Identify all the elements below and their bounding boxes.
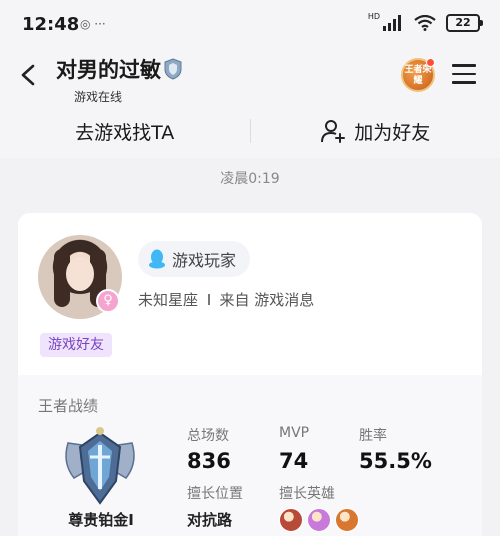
hero-avatar-1[interactable] (279, 508, 303, 532)
add-friend-label: 加为好友 (354, 121, 431, 144)
position-label: 擅长位置 (187, 486, 243, 502)
total-games-label: 总场数 (187, 428, 229, 444)
game-friend-badge: 游戏好友 (40, 333, 112, 357)
status-bar: 12:48 ◎ ··· HD 22 (0, 0, 500, 48)
rank-name: 尊贵铂金I (68, 511, 134, 529)
wifi-icon (414, 15, 436, 31)
hero-avatar-3[interactable] (335, 508, 359, 532)
rank-emblem-icon (65, 427, 135, 505)
total-games-value: 836 (187, 449, 231, 473)
mvp-label: MVP (279, 425, 310, 441)
game-logo-text: 王者荣耀 (404, 65, 432, 86)
player-tag-label: 游戏玩家 (172, 251, 237, 270)
player-tag: 游戏玩家 (138, 241, 251, 277)
winrate-label: 胜率 (359, 428, 387, 444)
avatar-face (66, 257, 94, 291)
status-right: HD 22 (367, 12, 483, 32)
info-separator (208, 294, 210, 305)
contact-name: 对男的过敏 (56, 58, 161, 82)
status-time: 12:48 (22, 14, 80, 35)
hd-label: HD (367, 12, 380, 21)
female-gender-icon: ♀ (96, 289, 120, 313)
add-user-icon (321, 120, 346, 143)
find-in-game-label: 去游戏找TA (75, 121, 175, 144)
message-timestamp: 凌晨0:19 (220, 171, 280, 187)
position-value: 对抗路 (187, 511, 233, 529)
find-in-game-button[interactable]: 去游戏找TA (0, 118, 250, 145)
menu-icon[interactable] (452, 64, 476, 84)
signal-icon (383, 15, 401, 31)
stats-title: 王者战绩 (38, 397, 99, 415)
action-bar: 去游戏找TA 加为好友 (0, 104, 500, 158)
battery-icon: 22 (446, 14, 483, 32)
game-logo-icon[interactable]: 王者荣耀 (401, 58, 435, 92)
game-stats-section: 王者战绩 尊贵铂金I 总场数 836 MVP 74 胜率 55.5% 擅长位置 … (18, 375, 482, 536)
zodiac-text: 未知星座 (138, 291, 199, 309)
back-icon[interactable] (14, 58, 44, 92)
profile-card[interactable]: ♀ 游戏玩家 未知星座 来自 游戏消息 游戏好友 王者战绩 尊贵铂金I 总场数 … (18, 213, 482, 536)
shield-verified-icon (164, 58, 182, 80)
qq-penguin-icon (149, 249, 165, 269)
winrate-value: 55.5% (359, 449, 432, 473)
profile-info-line: 未知星座 来自 游戏消息 (138, 289, 314, 310)
hero-avatar-2[interactable] (307, 508, 331, 532)
page-title: 对男的过敏 (56, 54, 183, 84)
add-friend-button[interactable]: 加为好友 (251, 118, 500, 145)
source-text: 来自 游戏消息 (219, 291, 315, 309)
title-block[interactable]: 对男的过敏 游戏在线 (56, 54, 183, 105)
status-left-icons: ◎ ··· (80, 17, 106, 31)
chat-header: 对男的过敏 游戏在线 王者荣耀 (0, 48, 500, 104)
heroes-label: 擅长英雄 (279, 486, 335, 502)
online-status: 游戏在线 (74, 90, 123, 104)
mvp-value: 74 (279, 449, 309, 473)
notification-dot (426, 58, 435, 67)
